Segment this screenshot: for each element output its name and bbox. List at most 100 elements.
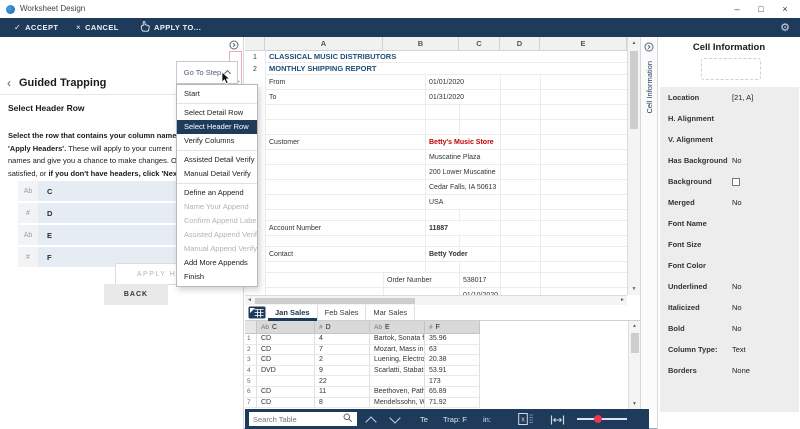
- trapped-data-table[interactable]: AbC#DAbE#F 1CD4Bartok, Sonata fo...35.96…: [245, 321, 628, 409]
- menu-item-assisted-detail-verify[interactable]: Assisted Detail Verify: [177, 153, 257, 167]
- table-cell[interactable]: 65.89: [425, 387, 480, 398]
- gear-icon[interactable]: ⚙: [780, 20, 790, 36]
- scroll-down-icon[interactable]: ▼: [629, 401, 640, 407]
- sheet-cell[interactable]: [266, 262, 426, 273]
- table-row[interactable]: 1CD4Bartok, Sonata fo...35.96: [245, 334, 628, 345]
- sheet-cell[interactable]: [541, 236, 627, 247]
- sheet-cell[interactable]: [266, 236, 426, 247]
- table-vertical-scrollbar[interactable]: ▲ ▼: [628, 321, 640, 409]
- sheet-row[interactable]: 200 Lower Muscatine: [266, 165, 627, 180]
- sheet-cell[interactable]: 01/01/2020: [426, 75, 501, 90]
- menu-item-verify-columns[interactable]: Verify Columns: [177, 134, 257, 148]
- sheet-row[interactable]: From01/01/2020: [266, 75, 627, 90]
- table-cell[interactable]: DVD: [257, 366, 315, 377]
- sheet-row[interactable]: Cedar Falls, IA 50613: [266, 180, 627, 195]
- sheet-cell[interactable]: [501, 120, 541, 135]
- sheet-cell[interactable]: [501, 273, 541, 288]
- table-cell[interactable]: CD: [257, 387, 315, 398]
- table-cell[interactable]: 7: [315, 345, 370, 356]
- table-col-header-f[interactable]: #F: [425, 321, 480, 334]
- sheet-vertical-scrollbar[interactable]: ▲ ▼: [627, 37, 640, 295]
- sheet-cell[interactable]: [541, 247, 627, 262]
- sheet-cell[interactable]: [541, 210, 627, 221]
- sheet-cell[interactable]: [266, 150, 426, 165]
- table-col-header-c[interactable]: AbC: [257, 321, 315, 334]
- sheet-cell[interactable]: [426, 210, 460, 221]
- sheet-cell[interactable]: [266, 210, 426, 221]
- table-row[interactable]: 2CD7Mozart, Mass in...63: [245, 345, 628, 356]
- sheet-cell[interactable]: [426, 236, 460, 247]
- back-button[interactable]: BACK: [104, 284, 168, 305]
- table-cell[interactable]: 8: [315, 398, 370, 409]
- table-cell[interactable]: 71.92: [425, 398, 480, 409]
- table-cell[interactable]: [257, 376, 315, 387]
- sheet-cell[interactable]: [541, 150, 627, 165]
- table-cell[interactable]: [370, 376, 425, 387]
- sheet-row[interactable]: [266, 236, 627, 247]
- table-cell[interactable]: Mendelssohn, Wa...: [370, 398, 425, 409]
- table-cell[interactable]: CD: [257, 334, 315, 345]
- sheet-cell[interactable]: [501, 288, 541, 295]
- menu-item-name-your-append[interactable]: Name Your Append: [177, 200, 257, 214]
- sheet-cell[interactable]: [384, 288, 460, 295]
- table-col-header-d[interactable]: #D: [315, 321, 370, 334]
- scroll-left-icon[interactable]: ◄: [247, 297, 252, 303]
- sheet-cell[interactable]: [426, 120, 460, 135]
- sheet-cell[interactable]: [501, 90, 541, 105]
- sheet-cell[interactable]: CLASSICAL MUSIC DISTRIBUTORS: [266, 51, 627, 63]
- row-number[interactable]: 4: [245, 366, 257, 377]
- sheet-cell[interactable]: 200 Lower Muscatine: [426, 165, 501, 180]
- sheet-cell[interactable]: [501, 195, 541, 210]
- table-cell[interactable]: 11: [315, 387, 370, 398]
- sheet-cell[interactable]: [541, 262, 627, 273]
- sheet-horizontal-scrollbar[interactable]: ◄ ►: [245, 295, 627, 305]
- table-row[interactable]: 4DVD9Scarlatti, Stabat...53.91: [245, 366, 628, 377]
- sheet-cell[interactable]: 11887: [426, 221, 501, 236]
- menu-item-manual-append-verify[interactable]: Manual Append Verify: [177, 242, 257, 256]
- table-row[interactable]: 7CD8Mendelssohn, Wa...71.92: [245, 398, 628, 409]
- sheet-cell[interactable]: [266, 288, 384, 295]
- maximize-button[interactable]: □: [749, 0, 773, 18]
- sheet-cell[interactable]: [266, 195, 426, 210]
- menu-item-define-an-append[interactable]: Define an Append: [177, 186, 257, 200]
- col-header-d[interactable]: D: [500, 37, 540, 51]
- sheet-cell[interactable]: Contact: [266, 247, 426, 262]
- scroll-down-icon[interactable]: ▼: [628, 286, 640, 292]
- col-header-b[interactable]: B: [383, 37, 459, 51]
- sheet-cell[interactable]: USA: [426, 195, 501, 210]
- sheet-cell[interactable]: [541, 75, 627, 90]
- scroll-right-icon[interactable]: ►: [620, 297, 625, 303]
- sheet-cell[interactable]: [460, 210, 501, 221]
- sheet-cell[interactable]: [501, 236, 541, 247]
- menu-item-manual-detail-verify[interactable]: Manual Detail Verify: [177, 167, 257, 181]
- sheet-cell[interactable]: 538017: [460, 273, 501, 288]
- table-cell[interactable]: Beethoven, Pathe...: [370, 387, 425, 398]
- find-previous-button[interactable]: [365, 416, 376, 427]
- table-cell[interactable]: Bartok, Sonata fo...: [370, 334, 425, 345]
- sheet-cell[interactable]: [541, 180, 627, 195]
- sheet-cell[interactable]: 01/10/2020: [460, 288, 501, 295]
- sheet-cell[interactable]: [266, 120, 426, 135]
- table-cell[interactable]: Scarlatti, Stabat...: [370, 366, 425, 377]
- sheet-row[interactable]: CustomerBetty's Music Store: [266, 135, 627, 150]
- menu-item-finish[interactable]: Finish: [177, 270, 257, 284]
- table-cell[interactable]: 9: [315, 366, 370, 377]
- sheet-cell[interactable]: [501, 75, 541, 90]
- sheet-cell[interactable]: Betty's Music Store: [426, 135, 501, 150]
- sheet-row[interactable]: [266, 262, 627, 273]
- sheet-cell[interactable]: [501, 135, 541, 150]
- close-button[interactable]: ×: [773, 0, 797, 18]
- menu-item-start[interactable]: Start: [177, 87, 257, 101]
- table-cell[interactable]: 63: [425, 345, 480, 356]
- table-select-icon[interactable]: [245, 305, 268, 320]
- sheet-cell[interactable]: [541, 90, 627, 105]
- sheet-cell[interactable]: [541, 165, 627, 180]
- menu-item-select-detail-row[interactable]: Select Detail Row: [177, 106, 257, 120]
- table-cell[interactable]: CD: [257, 345, 315, 356]
- dock-panel-icon[interactable]: [644, 39, 654, 57]
- sheet-cell[interactable]: Customer: [266, 135, 426, 150]
- sheet-cell[interactable]: [501, 165, 541, 180]
- table-cell[interactable]: Mozart, Mass in...: [370, 345, 425, 356]
- col-header-e[interactable]: E: [540, 37, 627, 51]
- sheet-cell[interactable]: [501, 210, 541, 221]
